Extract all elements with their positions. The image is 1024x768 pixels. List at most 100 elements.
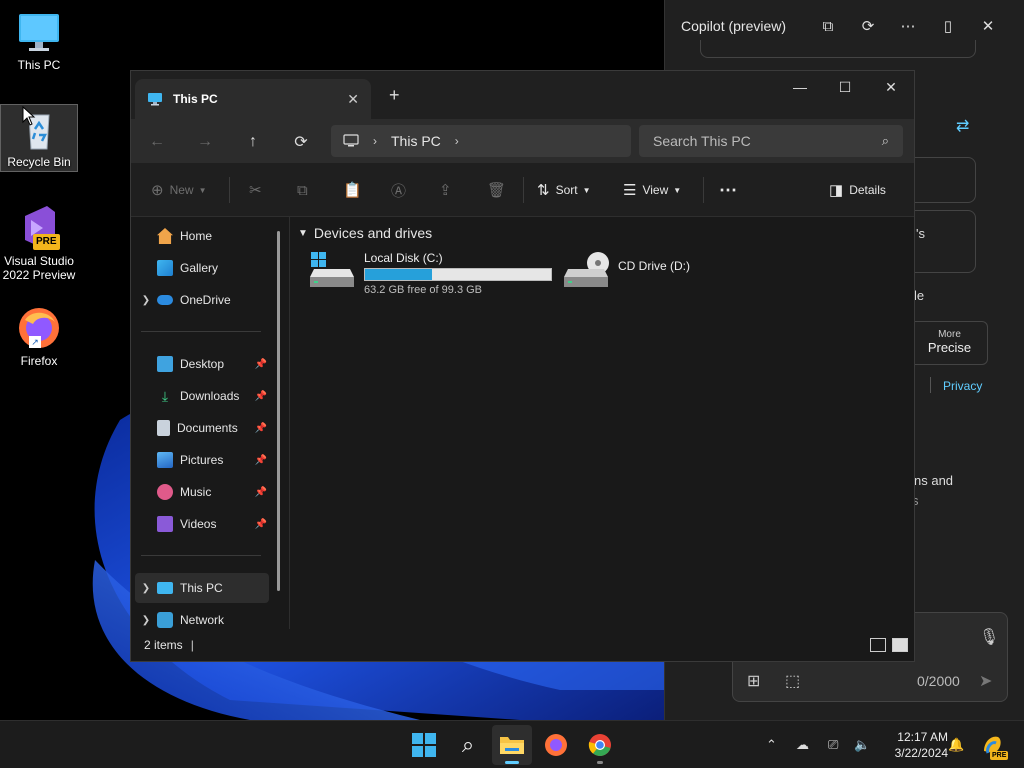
refresh-icon[interactable]: ⟳ xyxy=(848,17,888,35)
sidebar-item-home[interactable]: Home xyxy=(135,221,269,251)
screenshot-icon[interactable]: ⬚ xyxy=(785,671,800,691)
chevron-right-icon[interactable]: ❯ xyxy=(135,615,157,626)
sidebar-item-pictures[interactable]: Pictures 📌 xyxy=(135,445,269,475)
close-window-icon[interactable]: ✕ xyxy=(868,71,914,103)
copy-icon[interactable]: ⧉ xyxy=(297,163,308,217)
taskbar-file-explorer[interactable] xyxy=(492,725,532,765)
desktop-icon-recycle-bin[interactable]: Recycle Bin xyxy=(0,104,78,172)
taskbar-firefox[interactable] xyxy=(536,725,576,765)
group-title: Devices and drives xyxy=(313,225,433,241)
sidebar-item-label: Network xyxy=(180,613,225,627)
clock-date: 3/22/2024 xyxy=(894,746,948,760)
more-icon[interactable]: ⋯ xyxy=(888,17,928,35)
privacy-link[interactable]: Privacy xyxy=(943,379,982,393)
sort-button[interactable]: ⇅ Sort ▼ xyxy=(537,163,591,217)
up-icon[interactable]: ↑ xyxy=(241,130,265,154)
chevron-right-icon[interactable]: ❯ xyxy=(135,583,157,594)
see-more-icon[interactable]: ⋯ xyxy=(719,163,737,217)
copilot-title: Copilot (preview) xyxy=(681,18,787,34)
sidebar-item-downloads[interactable]: ⤓ Downloads 📌 xyxy=(135,381,269,411)
sidebar-item-videos[interactable]: Videos 📌 xyxy=(135,509,269,539)
delete-icon[interactable]: 🗑 xyxy=(487,163,506,217)
precise-style-button[interactable]: More Precise xyxy=(912,321,988,365)
paste-icon[interactable]: 📋 xyxy=(343,163,362,217)
new-button[interactable]: ⊕ New ▼ xyxy=(151,163,207,217)
sidebar-item-label: Downloads xyxy=(180,389,240,403)
add-image-icon[interactable]: ⊞ xyxy=(747,671,760,691)
shortcut-arrow-icon: ↗ xyxy=(29,336,41,348)
details-button[interactable]: ◨ Details xyxy=(829,163,886,217)
sidebar-item-desktop[interactable]: Desktop 📌 xyxy=(135,349,269,379)
drive-cd-d[interactable]: CD Drive (D:) xyxy=(564,251,690,291)
volume-muted-icon[interactable]: 🔈 xyxy=(854,721,870,768)
pin-icon[interactable]: 📌 xyxy=(255,487,267,498)
chevron-right-icon[interactable]: ❯ xyxy=(135,295,157,306)
new-label: New xyxy=(169,183,194,197)
copilot-sync-icon[interactable]: ⇄ xyxy=(956,116,969,136)
title-bar[interactable]: This PC ✕ + — ☐ ✕ xyxy=(131,71,914,119)
rename-icon[interactable]: Ⓐ xyxy=(391,163,406,217)
search-input[interactable]: Search This PC ⌕ xyxy=(639,125,903,157)
back-icon[interactable]: ← xyxy=(145,130,169,154)
share-icon[interactable]: ⇪ xyxy=(439,163,452,217)
group-header-devices[interactable]: ▼ Devices and drives xyxy=(298,225,432,241)
sidebar-item-documents[interactable]: Documents 📌 xyxy=(135,413,269,443)
new-tab-icon[interactable]: + xyxy=(389,85,400,106)
open-external-icon[interactable]: ⧉ xyxy=(808,18,848,35)
network-icon[interactable]: ⎚ xyxy=(828,721,838,768)
drive-name: CD Drive (D:) xyxy=(618,259,690,273)
tab-this-pc[interactable]: This PC ✕ xyxy=(135,79,371,119)
clock[interactable]: 12:17 AM 3/22/2024 xyxy=(880,729,948,761)
microphone-icon[interactable]: 🎙 xyxy=(979,627,999,647)
drive-local-disk-c[interactable]: Local Disk (C:) 63.2 GB free of 99.3 GB xyxy=(310,251,552,296)
minimize-icon[interactable]: — xyxy=(777,71,823,103)
pin-icon[interactable]: 📌 xyxy=(255,359,267,370)
copilot-card[interactable] xyxy=(914,210,976,273)
search-button[interactable]: ⌕ xyxy=(448,725,488,765)
send-icon[interactable]: ➤ xyxy=(979,671,992,691)
firefox-icon xyxy=(545,734,567,756)
copilot-card[interactable] xyxy=(914,157,976,203)
chevron-down-icon: ▼ xyxy=(582,185,591,195)
pin-icon[interactable]: 📌 xyxy=(255,423,267,434)
view-button[interactable]: ☰ View ▼ xyxy=(623,163,681,217)
forward-icon[interactable]: → xyxy=(193,130,217,154)
address-bar[interactable]: › This PC › xyxy=(331,125,631,157)
navigation-scrollbar[interactable] xyxy=(277,231,280,591)
download-icon: ⤓ xyxy=(161,388,169,404)
divider xyxy=(141,555,261,556)
close-icon[interactable]: ✕ xyxy=(968,17,1008,35)
refresh-icon[interactable]: ⟳ xyxy=(289,130,313,154)
taskbar-copilot[interactable]: PRE xyxy=(980,721,1009,768)
sidebar-item-this-pc[interactable]: ❯ This PC xyxy=(135,573,269,603)
start-button[interactable] xyxy=(404,725,444,765)
sidebar-item-gallery[interactable]: Gallery xyxy=(135,253,269,283)
cloud-icon xyxy=(157,295,173,305)
onedrive-offline-icon[interactable]: ☁ xyxy=(796,721,809,768)
pin-icon[interactable]: 📌 xyxy=(255,391,267,402)
desktop-icon-visual-studio[interactable]: PRE Visual Studio 2022 Preview xyxy=(0,204,78,282)
pin-icon[interactable]: 📌 xyxy=(255,519,267,530)
breadcrumb-this-pc[interactable]: This PC xyxy=(391,133,441,149)
sidebar-item-onedrive[interactable]: ❯ OneDrive xyxy=(135,285,269,315)
show-hidden-icons-icon[interactable]: ⌃ xyxy=(766,721,777,768)
details-view-icon[interactable] xyxy=(870,638,886,652)
view-icon: ☰ xyxy=(623,182,637,199)
notification-bell-icon[interactable]: 🔔 xyxy=(948,721,964,768)
pin-icon[interactable]: 📌 xyxy=(255,455,267,466)
monitor-icon xyxy=(343,134,359,147)
chevron-right-icon[interactable]: › xyxy=(455,134,459,148)
tiles-view-icon[interactable] xyxy=(892,638,908,652)
sidebar-item-music[interactable]: Music 📌 xyxy=(135,477,269,507)
close-tab-icon[interactable]: ✕ xyxy=(347,91,359,108)
taskbar-chrome[interactable] xyxy=(580,725,620,765)
desktop-icon-this-pc[interactable]: This PC xyxy=(0,8,78,72)
maximize-icon[interactable]: ☐ xyxy=(822,71,868,103)
desktop-icon-firefox[interactable]: ↗ Firefox xyxy=(0,304,78,368)
folder-icon xyxy=(500,737,524,754)
dock-panel-icon[interactable]: ▯ xyxy=(928,17,968,35)
running-indicator xyxy=(505,761,519,764)
cut-icon[interactable]: ✂ xyxy=(249,163,262,217)
chevron-down-icon: ▼ xyxy=(198,185,207,195)
precise-label: Precise xyxy=(927,340,972,355)
